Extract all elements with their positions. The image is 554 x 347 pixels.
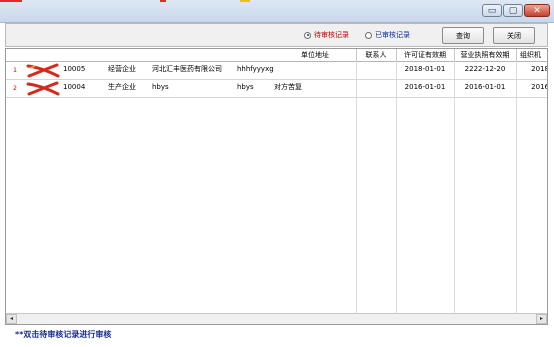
col-divider xyxy=(516,61,517,313)
row-number: 1 xyxy=(13,67,17,74)
cell-contact xyxy=(356,62,396,79)
title-accent xyxy=(240,0,250,2)
col-divider xyxy=(516,49,517,61)
col-divider xyxy=(454,49,455,61)
cell-org-code: 2018 xyxy=(531,65,548,73)
cell-address: hbys xyxy=(237,83,254,91)
cell-name: hbys xyxy=(152,83,169,91)
minimize-button[interactable]: ▭ xyxy=(482,4,502,17)
radio-reviewed-label: 已审核记录 xyxy=(375,31,410,39)
col-divider xyxy=(356,49,357,61)
cell-name: 河北汇丰医药有限公司 xyxy=(152,65,222,73)
horizontal-scrollbar[interactable]: ◂ ▸ xyxy=(6,313,547,324)
window-controls: ▭ ▢ ✕ xyxy=(482,4,550,18)
table-row[interactable]: 1 10005 经营企业 河北汇丰医药有限公司 hhhfyyyxg 2018-0… xyxy=(6,62,547,80)
col-header-address[interactable]: 单位地址 xyxy=(274,50,356,60)
cell-address: hhhfyyyxg xyxy=(237,65,274,73)
title-accent xyxy=(160,0,166,2)
cell-type: 生产企业 xyxy=(108,83,136,91)
cell-license-date: 2018-01-01 xyxy=(404,65,446,73)
title-accent xyxy=(0,0,22,2)
table-row[interactable]: 2 10004 生产企业 hbys hbys 对方苦复 2016-01-01 2… xyxy=(6,80,547,98)
status-hint: **双击待审核记录进行审核 xyxy=(15,330,112,339)
cell-address-detail: 对方苦复 xyxy=(274,83,302,91)
scroll-left-icon[interactable]: ◂ xyxy=(6,314,17,324)
cell-business-license-date: 2222-12-20 xyxy=(464,65,506,73)
radio-pending-label: 待审核记录 xyxy=(314,31,349,39)
cell-license-date: 2016-01-01 xyxy=(404,83,446,91)
cell-contact xyxy=(356,80,396,97)
grid-header: 单位地址 联系人 许可证有效期 营业执照有效期 组织机 xyxy=(6,49,547,62)
cell-type: 经营企业 xyxy=(108,65,136,73)
col-divider xyxy=(356,61,357,313)
red-x-mark-icon xyxy=(26,81,60,96)
cell-org-code: 2016 xyxy=(531,83,548,91)
col-divider xyxy=(454,61,455,313)
cell-code: 10005 xyxy=(63,65,86,73)
toolbar: 待审核记录 已审核记录 查询 关闭 xyxy=(5,23,548,47)
close-button[interactable]: 关闭 xyxy=(493,27,535,44)
radio-pending-records[interactable]: 待审核记录 xyxy=(304,30,349,40)
cell-address-detail xyxy=(274,62,356,79)
col-header-license-date[interactable]: 许可证有效期 xyxy=(396,50,454,60)
row-number: 2 xyxy=(13,85,17,92)
col-header-business-license-date[interactable]: 营业执照有效期 xyxy=(454,50,516,60)
red-x-mark-icon xyxy=(26,63,60,78)
title-bar: ▭ ▢ ✕ xyxy=(0,0,554,23)
col-header-org-code[interactable]: 组织机 xyxy=(516,50,547,60)
radio-selected-icon[interactable] xyxy=(304,31,311,39)
maximize-button[interactable]: ▢ xyxy=(503,4,523,17)
cell-code: 10004 xyxy=(63,83,86,91)
col-header-contact[interactable]: 联系人 xyxy=(356,50,396,60)
cell-business-license-date: 2016-01-01 xyxy=(464,83,506,91)
radio-reviewed-records[interactable]: 已审核记录 xyxy=(365,30,410,40)
close-window-button[interactable]: ✕ xyxy=(524,4,550,17)
radio-unselected-icon[interactable] xyxy=(365,31,372,39)
scroll-right-icon[interactable]: ▸ xyxy=(536,314,547,324)
records-grid[interactable]: 单位地址 联系人 许可证有效期 营业执照有效期 组织机 1 10005 经营企业… xyxy=(5,48,548,325)
query-button[interactable]: 查询 xyxy=(442,27,484,44)
col-divider xyxy=(396,49,397,61)
col-divider xyxy=(396,61,397,313)
